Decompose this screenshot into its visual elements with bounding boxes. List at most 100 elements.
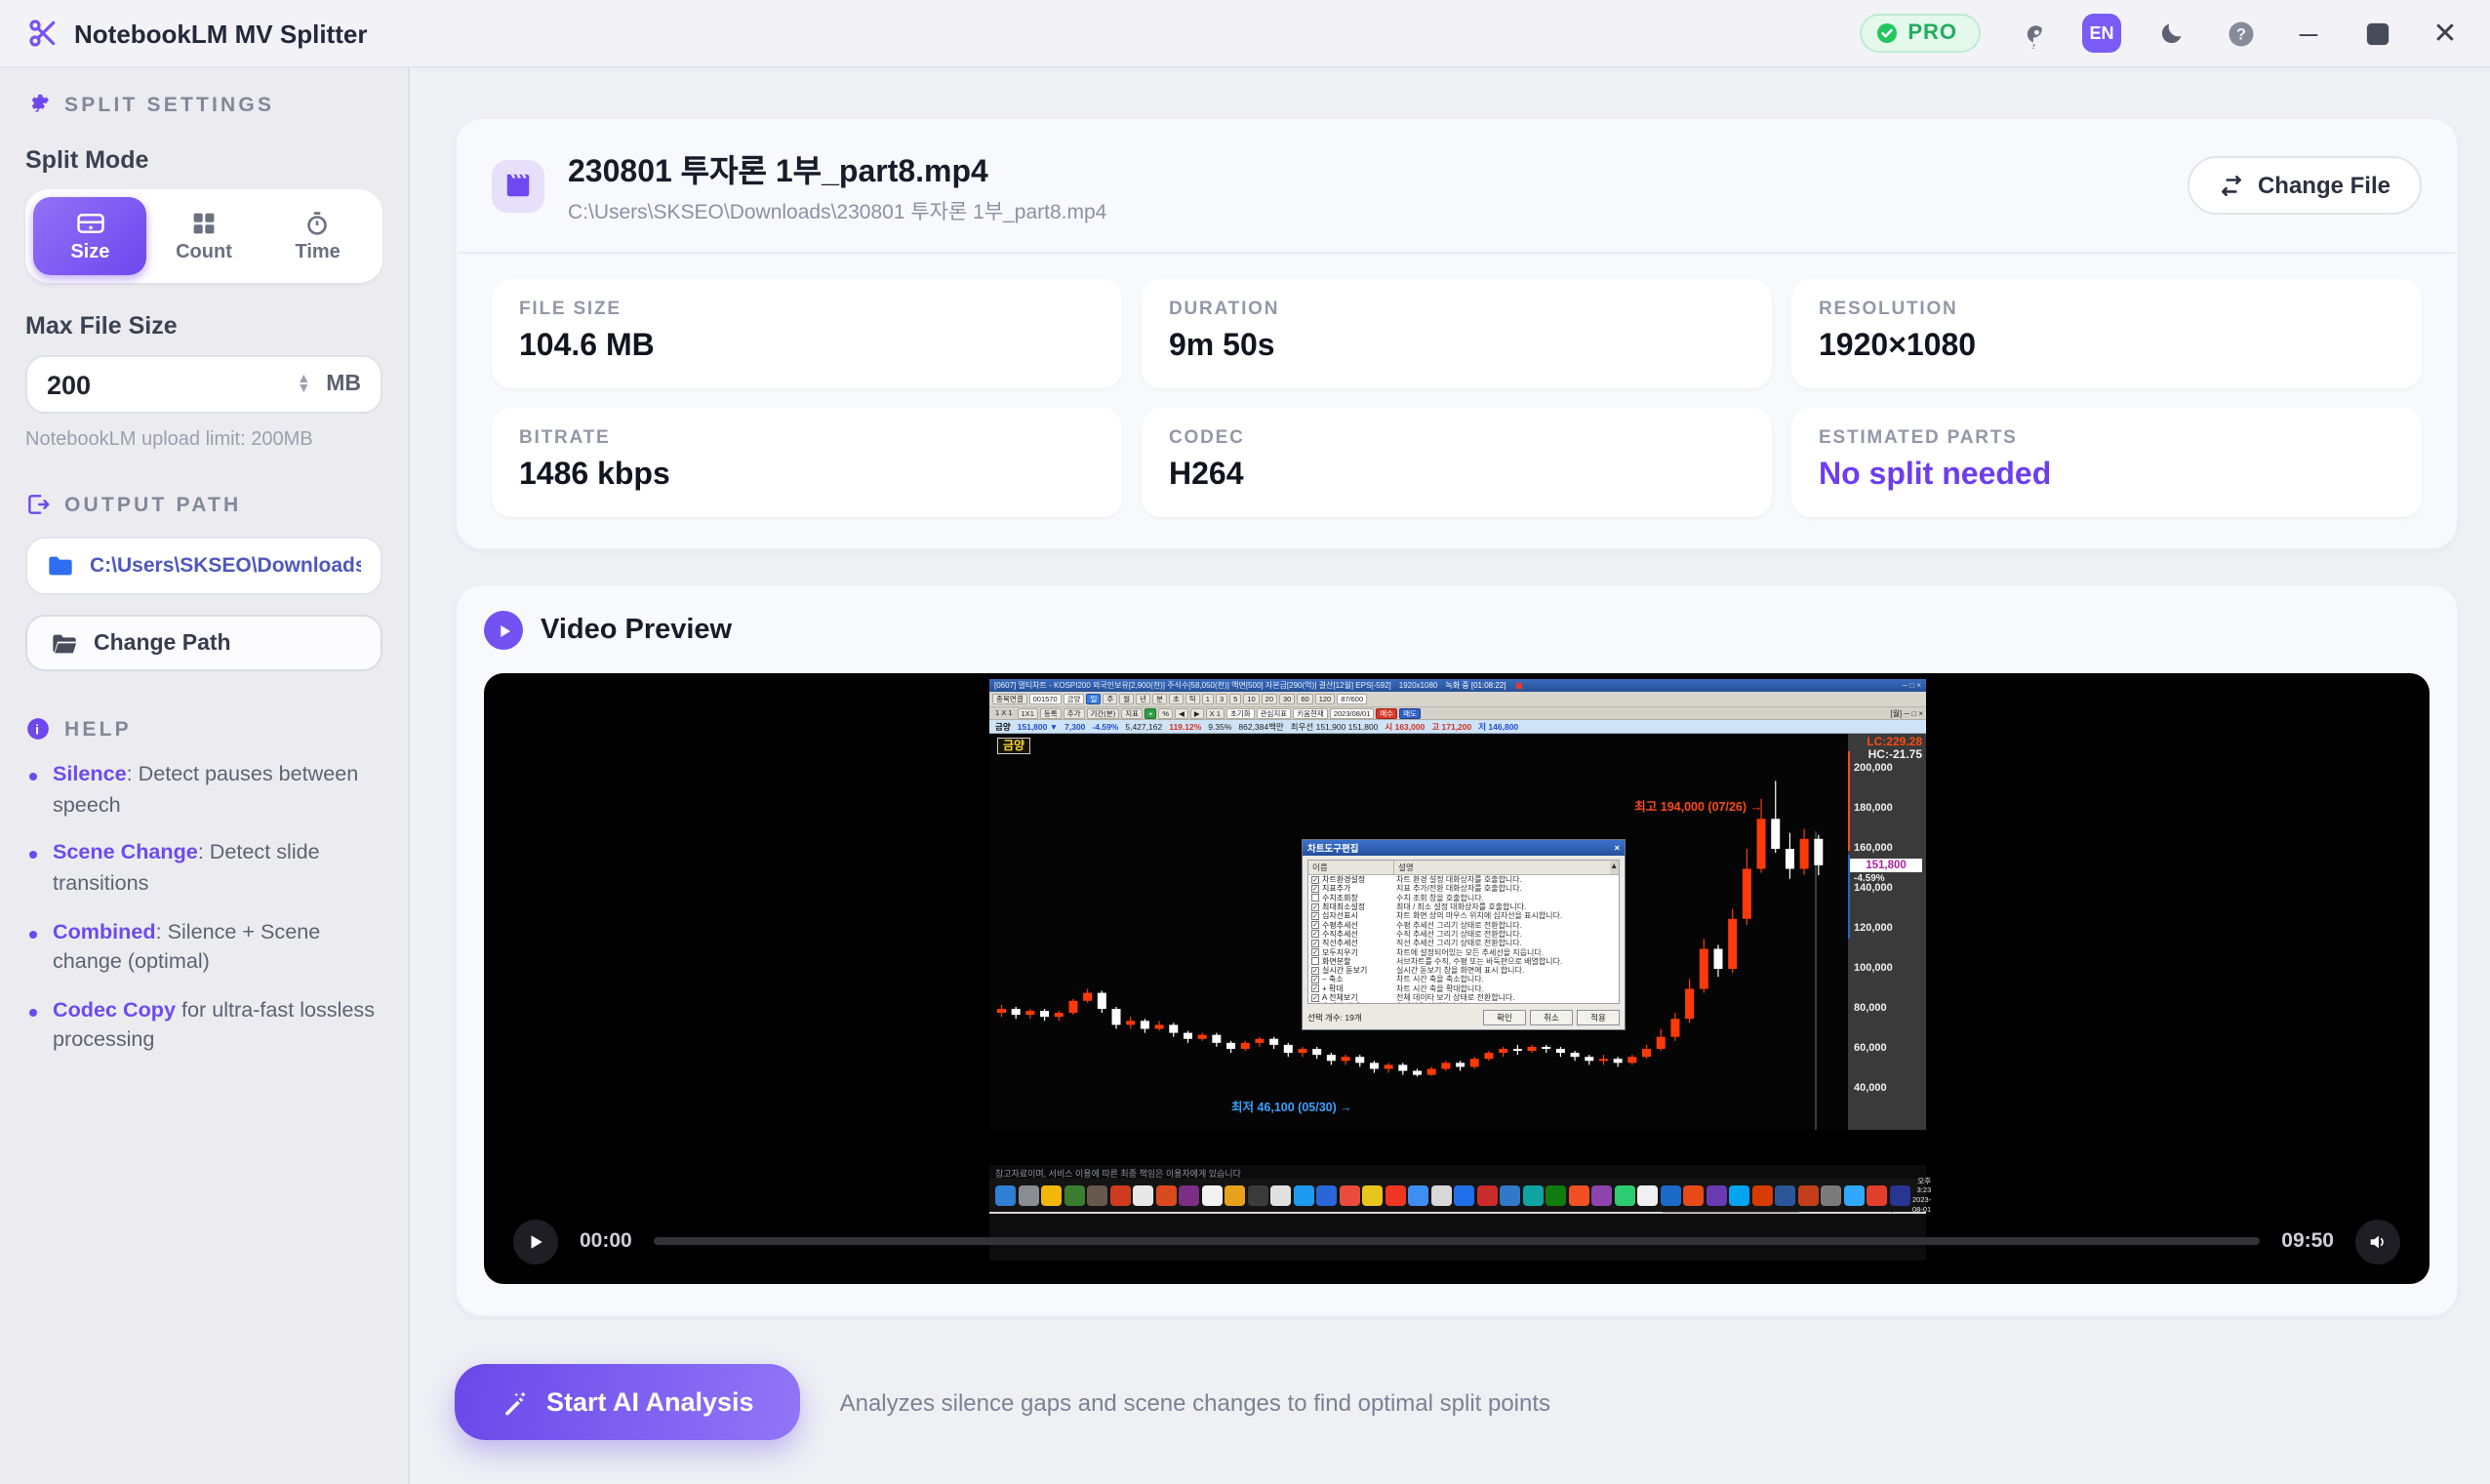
- price-axis-label: 200,000: [1853, 762, 1892, 774]
- price-axis-label: 40,000: [1853, 1082, 1886, 1094]
- dialog-col-name: 이름: [1307, 861, 1393, 874]
- stat-label: BITRATE: [519, 427, 1095, 449]
- main-area: 230801 투자론 1부_part8.mp4 C:\Users\SKSEO\D…: [410, 68, 2490, 1484]
- seek-bar[interactable]: [654, 1237, 2261, 1245]
- help-list: Silence: Detect pauses between speechSce…: [25, 761, 382, 1058]
- help-button[interactable]: ?: [2223, 16, 2258, 51]
- hts-toolbar-chip: 120: [1314, 694, 1335, 704]
- dialog-checkbox[interactable]: [1310, 1003, 1318, 1004]
- dialog-checkbox[interactable]: [1310, 957, 1318, 965]
- dialog-checkbox[interactable]: ✓: [1310, 912, 1318, 920]
- dialog-checkbox[interactable]: ✓: [1310, 976, 1318, 983]
- dialog-checkbox[interactable]: ✓: [1310, 967, 1318, 975]
- max-file-size-input[interactable]: [47, 370, 222, 399]
- analysis-row: Start AI Analysis Analyzes silence gaps …: [455, 1364, 2459, 1440]
- change-path-button[interactable]: Change Path: [25, 615, 382, 671]
- pro-badge: PRO: [1859, 14, 1981, 53]
- hts-toolbar-chip: 년: [1135, 694, 1149, 704]
- gear-icon: [25, 92, 51, 117]
- dialog-checkbox[interactable]: ✓: [1310, 885, 1318, 893]
- quote-segment: 고 171,200: [1430, 721, 1470, 733]
- app-window: NotebookLM MV Splitter PRO EN ? ─: [0, 0, 2490, 1484]
- hts-toolbar-chip: 키움현재: [1292, 708, 1327, 719]
- minimize-button[interactable]: ─: [2291, 16, 2326, 51]
- dialog-checkbox[interactable]: ✓: [1310, 984, 1318, 992]
- price-axis-label: 180,000: [1853, 802, 1892, 814]
- dialog-row[interactable]: ✓− 축소차트 시간 축을 축소합니다.: [1307, 975, 1618, 983]
- dialog-checkbox[interactable]: ✓: [1310, 921, 1318, 929]
- dialog-row[interactable]: ✓직선추세선직선 추세선 그리기 상태로 전환합니다.: [1307, 939, 1618, 947]
- dialog-row[interactable]: ✓수직추세선수직 추세선 그리기 상태로 전환합니다.: [1307, 930, 1618, 939]
- hts-toolbar-chip: ◀: [1174, 708, 1187, 719]
- split-mode-size[interactable]: Size: [33, 197, 147, 275]
- dialog-checkbox[interactable]: ✓: [1310, 994, 1318, 1002]
- help-item: Scene Change: Detect slide transitions: [25, 840, 382, 902]
- dialog-row[interactable]: 화면분할서브차트를 수직, 수평 또는 바둑판으로 배열합니다.: [1307, 957, 1618, 966]
- license-key-button[interactable]: [2014, 16, 2049, 51]
- dialog-row[interactable]: 추세선 삭제추세선을 삭제합니다.: [1307, 1002, 1618, 1004]
- stepper-arrows[interactable]: ▲▼: [297, 375, 310, 394]
- change-file-button[interactable]: Change File: [2188, 156, 2422, 215]
- stat-label: RESOLUTION: [1819, 299, 2394, 320]
- dialog-button[interactable]: 확인: [1482, 1010, 1525, 1025]
- svg-text:i: i: [35, 721, 41, 737]
- dialog-button[interactable]: 적용: [1576, 1010, 1619, 1025]
- dialog-checkbox[interactable]: ✓: [1310, 940, 1318, 947]
- dialog-row[interactable]: ✓최대최소설정최대 / 최소 설정 대화상자를 호출합니다.: [1307, 902, 1618, 911]
- dialog-button[interactable]: 취소: [1529, 1010, 1572, 1025]
- output-path-value: C:\Users\SKSEO\Downloads: [90, 554, 361, 578]
- quote-segment: 862,384백만: [1237, 721, 1282, 733]
- quote-segment: 7,300: [1064, 722, 1084, 732]
- hts-toolbar-2: 1 X 11X1등록추가기간(분)지표+%◀▶X 1초기화관심지표키움현재202…: [988, 707, 1925, 720]
- output-path-header: OUTPUT PATH: [25, 492, 382, 517]
- stat-value: 9m 50s: [1169, 330, 1745, 365]
- language-toggle[interactable]: EN: [2082, 14, 2121, 53]
- quote-segment: 저 146,800: [1477, 721, 1517, 733]
- hts-toolbar-chip: 001570: [1028, 694, 1061, 704]
- hts-toolbar-chip: 틱: [1185, 694, 1199, 704]
- dialog-checkbox[interactable]: ✓: [1310, 876, 1318, 884]
- split-mode-time[interactable]: Time: [261, 197, 375, 275]
- app-brand: NotebookLM MV Splitter: [27, 18, 367, 49]
- dialog-selection-count: 선택 개수: 19개: [1306, 1012, 1361, 1023]
- hts-chart-area: 금양 최고 194,000 (07/26) → 최저 46,100 (05/30…: [988, 734, 1925, 1130]
- hts-toolbar-chip: 초: [1168, 694, 1183, 704]
- dialog-checkbox[interactable]: ✓: [1310, 930, 1318, 938]
- record-stop-icon: [1515, 683, 1521, 689]
- volume-button[interactable]: [2355, 1219, 2400, 1263]
- dialog-row[interactable]: ✓수평추세선수평 추세선 그리기 상태로 전환합니다.: [1307, 920, 1618, 929]
- dialog-row[interactable]: ✓지표추가지표 추가/전환 대화상자를 호출합니다.: [1307, 884, 1618, 893]
- chart-hc-value: HC:-21.75: [1868, 747, 1921, 761]
- video-preview-title: Video Preview: [541, 615, 732, 646]
- start-ai-analysis-button[interactable]: Start AI Analysis: [455, 1364, 801, 1440]
- hts-toolbar-chip: 30: [1278, 694, 1294, 704]
- size-box-icon: [75, 211, 104, 236]
- split-mode-count[interactable]: Count: [147, 197, 261, 275]
- dialog-row[interactable]: ✓모두지우기차트에 설정되어있는 모든 추세선을 지웁니다.: [1307, 947, 1618, 956]
- current-time: 00:00: [580, 1229, 632, 1253]
- hts-toolbar-chip: X 1: [1205, 708, 1224, 719]
- close-button[interactable]: ✕: [2428, 16, 2463, 51]
- stats-grid: FILE SIZE104.6 MBDURATION9m 50sRESOLUTIO…: [457, 254, 2457, 548]
- output-path-box[interactable]: C:\Users\SKSEO\Downloads: [25, 537, 382, 595]
- dialog-row[interactable]: ✓A 전체보기전체 데이타 보기 상태로 전환합니다.: [1307, 993, 1618, 1002]
- hts-toolbar-chip: 2023/08/01: [1329, 708, 1374, 719]
- sidebar: SPLIT SETTINGS Split Mode Size Count: [0, 68, 410, 1484]
- dialog-row[interactable]: ✓+ 확대차트 시간 축을 확대합니다.: [1307, 984, 1618, 993]
- dialog-row[interactable]: ✓십자선표시차트 화면 상의 마우스 위치에 십자선을 표시합니다.: [1307, 911, 1618, 920]
- dark-mode-toggle[interactable]: [2154, 16, 2189, 51]
- play-button[interactable]: [513, 1219, 558, 1263]
- chart-high-annotation: 최고 194,000 (07/26) →: [1633, 796, 1761, 815]
- dialog-checkbox[interactable]: ✓: [1310, 903, 1318, 911]
- video-preview-card: Video Preview [0607] 멀티차트 - KOSPI200 외국인…: [455, 583, 2459, 1317]
- stat-card: RESOLUTION1920×1080: [1791, 279, 2422, 388]
- dialog-row[interactable]: 수치조회창수치 조회 창을 호출합니다.: [1307, 894, 1618, 902]
- dialog-checkbox[interactable]: [1310, 894, 1318, 902]
- dialog-row[interactable]: ✓차트환경설정차트 환경 설정 대화상자를 호출합니다.: [1307, 875, 1618, 884]
- dialog-row[interactable]: ✓실시간 돋보기실시간 돋보기 창을 화면에 표시 합니다.: [1307, 966, 1618, 975]
- dialog-close-icon[interactable]: ×: [1613, 843, 1619, 854]
- maximize-button[interactable]: [2359, 16, 2394, 51]
- dialog-checkbox[interactable]: ✓: [1310, 948, 1318, 956]
- chart-lc-value: LC:229.28: [1866, 735, 1921, 748]
- help-item: Codec Copy for ultra-fast lossless proce…: [25, 997, 382, 1059]
